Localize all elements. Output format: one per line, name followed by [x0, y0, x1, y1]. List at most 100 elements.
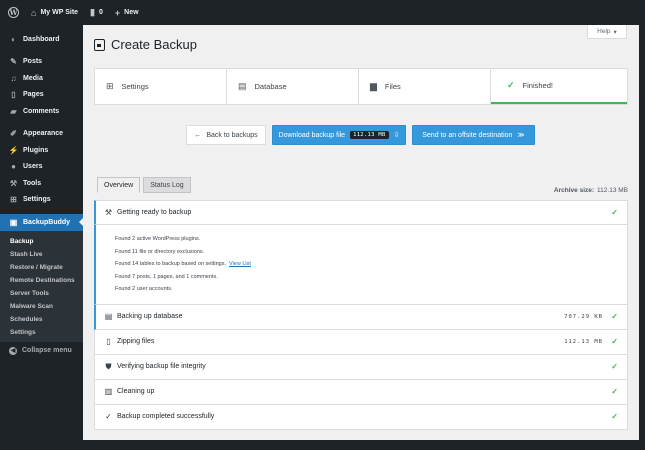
- step-label: Files: [384, 82, 401, 91]
- sidebar-item-label: Users: [23, 163, 43, 171]
- sidebar-item-label: BackupBuddy: [23, 218, 71, 226]
- sidebar-item-comments[interactable]: ▰ Comments: [0, 103, 83, 120]
- sidebar-item-label: Media: [23, 74, 43, 82]
- status-row-cleaning: ▥ Cleaning up ✓: [94, 379, 628, 405]
- step-finished: ✓ Finished!: [491, 69, 627, 104]
- download-button-label: Download backup file: [278, 131, 346, 139]
- submenu-item-stash-live[interactable]: Stash Live: [0, 248, 83, 261]
- sidebar-item-plugins[interactable]: ⚡ Plugins: [0, 142, 83, 159]
- back-button-label: Back to backups: [206, 131, 258, 139]
- collapse-menu-label: Collapse menu: [22, 347, 72, 354]
- comments-link[interactable]: ▮ 0: [90, 7, 103, 18]
- checkmark-icon: ✓: [611, 362, 618, 371]
- trash-icon: ▥: [104, 387, 113, 396]
- detail-line: Found 7 posts, 1 pages, and 1 comments.: [115, 273, 218, 280]
- sidebar-item-label: Plugins: [23, 146, 49, 154]
- new-label: New: [124, 9, 139, 16]
- sidebar-item-label: Comments: [23, 107, 60, 115]
- zip-size: 112.13 MB: [564, 338, 603, 345]
- sidebar-item-pages[interactable]: ▯ Pages: [0, 87, 83, 104]
- dashboard-icon: ◐: [11, 34, 16, 44]
- sidebar-item-tools[interactable]: ⚒ Tools: [0, 175, 83, 192]
- send-arrow-icon: ≫: [517, 132, 525, 139]
- page-title-text: Create Backup: [111, 37, 197, 52]
- status-label: Backing up database: [117, 313, 183, 320]
- submenu-item-settings[interactable]: Settings: [0, 326, 83, 339]
- submenu-item-malware-scan[interactable]: Malware Scan: [0, 300, 83, 313]
- sidebar-item-media[interactable]: ♫ Media: [0, 70, 83, 87]
- backup-icon: [94, 38, 105, 51]
- file-size-badge: 112.13 MB: [350, 131, 389, 139]
- step-label: Database: [254, 82, 287, 91]
- action-buttons: ← Back to backups Download backup file 1…: [186, 125, 535, 145]
- status-row-verifying: ⛊ Verifying backup file integrity ✓: [94, 354, 628, 380]
- sidebar-item-label: Pages: [23, 91, 44, 99]
- send-offsite-button[interactable]: Send to an offsite destination ≫: [412, 125, 535, 145]
- checkmark-icon: ✓: [507, 80, 515, 90]
- tab-overview[interactable]: Overview: [97, 177, 141, 193]
- site-name-link[interactable]: ⌂ My WP Site: [31, 8, 78, 18]
- checkmark-icon: ✓: [611, 337, 618, 346]
- step-database: ▤ Database: [227, 69, 359, 104]
- sidebar-item-backupbuddy[interactable]: ▣ BackupBuddy: [0, 214, 83, 231]
- home-icon: ⌂: [31, 7, 37, 18]
- settings-grid-icon: ⊞: [106, 81, 114, 91]
- shield-icon: ⛊: [105, 361, 112, 371]
- plus-icon: +: [114, 7, 121, 18]
- sidebar-item-dashboard[interactable]: ◐ Dashboard: [0, 31, 83, 48]
- offsite-button-label: Send to an offsite destination: [422, 131, 513, 139]
- detail-line: Found 2 user accounts.: [115, 286, 173, 293]
- submenu-item-restore-migrate[interactable]: Restore / Migrate: [0, 261, 83, 274]
- arrow-left-icon: ←: [194, 131, 202, 139]
- collapse-arrow-icon: ◀: [9, 346, 17, 355]
- sidebar-item-label: Settings: [23, 196, 51, 204]
- archive-size: Archive size: 112.13 MB: [554, 187, 628, 194]
- admin-bar: W ⌂ My WP Site ▮ 0 + New: [0, 0, 645, 25]
- status-label: Getting ready to backup: [117, 209, 192, 216]
- sidebar-item-appearance[interactable]: ✐ Appearance: [0, 126, 83, 143]
- download-backup-button[interactable]: Download backup file 112.13 MB ⇩: [272, 125, 406, 145]
- comment-icon: ▰: [10, 106, 17, 116]
- sidebar-item-users[interactable]: ● Users: [0, 159, 83, 176]
- sidebar-item-settings[interactable]: ⊞ Settings: [0, 192, 83, 209]
- main-content: Help ▾ Create Backup ⊞ Settings ▤ Databa…: [83, 25, 639, 440]
- chevron-down-icon: ▾: [613, 28, 617, 36]
- wordpress-logo-button[interactable]: W: [8, 7, 19, 18]
- tab-status-log[interactable]: Status Log: [143, 177, 191, 193]
- sidebar-item-label: Dashboard: [23, 35, 60, 43]
- submenu-item-server-tools[interactable]: Server Tools: [0, 287, 83, 300]
- sidebar-item-posts[interactable]: ✎ Posts: [0, 54, 83, 71]
- checkmark-icon: ✓: [611, 387, 618, 396]
- step-settings: ⊞ Settings: [95, 69, 227, 104]
- status-row-completed: ✓ Backup completed successfully ✓: [94, 404, 628, 430]
- detail-text: Found 14 tables to backup based on setti…: [115, 261, 226, 268]
- back-to-backups-button[interactable]: ← Back to backups: [186, 125, 266, 145]
- sidebar-item-label: Posts: [23, 58, 43, 66]
- database-icon: ▤: [104, 312, 113, 321]
- checkmark-icon: ✓: [611, 312, 618, 321]
- submenu-item-backup[interactable]: Backup: [0, 235, 83, 248]
- checkmark-icon: ✓: [611, 412, 618, 421]
- submenu-item-schedules[interactable]: Schedules: [0, 313, 83, 326]
- new-content-link[interactable]: + New: [115, 8, 139, 18]
- page-title: Create Backup: [94, 37, 197, 52]
- comments-count: 0: [99, 9, 103, 16]
- help-label: Help: [597, 28, 611, 35]
- backupbuddy-submenu: Backup Stash Live Restore / Migrate Remo…: [0, 230, 83, 342]
- view-list-link[interactable]: View List: [229, 261, 251, 267]
- status-row-database: ▤ Backing up database 707.29 KB ✓: [94, 304, 628, 330]
- backupbuddy-icon: ▣: [9, 217, 18, 227]
- submenu-item-remote-destinations[interactable]: Remote Destinations: [0, 274, 83, 287]
- archive-size-label: Archive size:: [553, 187, 595, 194]
- help-tab-button[interactable]: Help ▾: [587, 25, 627, 39]
- sidebar-item-label: Tools: [23, 179, 42, 187]
- collapse-menu-button[interactable]: ◀ Collapse menu: [0, 342, 83, 360]
- download-icon: ⇩: [393, 132, 400, 139]
- checkmark-icon: ✓: [105, 412, 112, 421]
- step-files: ▆ Files: [359, 69, 491, 104]
- status-row-zipping: ▯ Zipping files 112.13 MB ✓: [94, 329, 628, 355]
- detail-line-tables: Found 14 tables to backup based on setti…: [115, 258, 627, 271]
- wrench-icon: ⚒: [9, 178, 18, 188]
- pin-icon: ✎: [10, 57, 17, 67]
- settings-icon: ⊞: [10, 195, 17, 205]
